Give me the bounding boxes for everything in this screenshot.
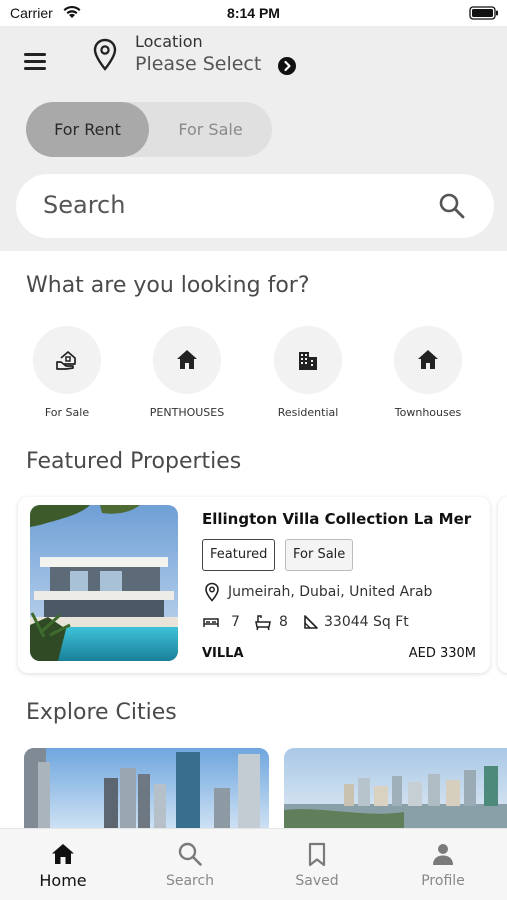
location-select[interactable]: Please Select (135, 53, 261, 75)
bed-count: 7 (231, 614, 240, 630)
city-card[interactable] (24, 748, 269, 830)
category-residential[interactable]: Residential (253, 326, 363, 426)
featured-badge: Featured (202, 539, 276, 571)
property-type: VILLA (202, 646, 244, 661)
category-label: Townhouses (394, 406, 462, 419)
categories-title: What are you looking for? (26, 273, 310, 298)
bath-count: 8 (279, 614, 288, 630)
battery-icon (469, 6, 498, 20)
for-sale-badge: For Sale (285, 539, 354, 571)
city-image (284, 748, 507, 830)
property-location: Jumeirah, Dubai, United Arab (228, 584, 433, 600)
tab-search[interactable]: Search (127, 829, 253, 900)
search-input[interactable]: Search (16, 174, 494, 238)
property-card[interactable]: Ellington Villa Collection La Mer Featur… (18, 497, 490, 673)
search-icon[interactable] (438, 192, 466, 220)
category-penthouses[interactable]: PENTHOUSES (132, 326, 242, 426)
property-image (30, 505, 178, 661)
location-label: Location (135, 32, 203, 51)
city-image (24, 748, 269, 830)
tab-label: Saved (295, 873, 339, 889)
category-icon-circle (33, 326, 101, 394)
category-label: Residential (277, 406, 339, 419)
category-icon-circle (274, 326, 342, 394)
house-hand-icon (56, 351, 76, 370)
search-icon (178, 842, 202, 866)
rent-sale-toggle: For Rent For Sale (26, 102, 272, 157)
menu-icon[interactable] (22, 50, 48, 72)
bath-icon (255, 615, 271, 631)
bookmark-icon (308, 842, 326, 867)
category-icon-circle (394, 326, 462, 394)
tab-profile[interactable]: Profile (380, 829, 506, 900)
header: Location Please Select For Rent For Sale… (0, 26, 507, 251)
property-name: Ellington Villa Collection La Mer (202, 510, 472, 528)
property-card-next[interactable] (498, 497, 507, 673)
tab-saved[interactable]: Saved (254, 829, 380, 900)
status-time: 8:14 PM (227, 5, 280, 21)
tab-label: Search (165, 873, 215, 889)
status-bar: Carrier 8:14 PM (0, 0, 507, 26)
chevron-right-icon[interactable] (278, 57, 296, 75)
tab-label: Home (39, 871, 87, 890)
category-townhouses[interactable]: Townhouses (373, 326, 483, 426)
area-icon (304, 615, 318, 629)
category-label: PENTHOUSES (149, 406, 225, 419)
person-icon (433, 844, 453, 865)
home-icon (418, 350, 438, 369)
toggle-for-rent[interactable]: For Rent (26, 102, 149, 157)
category-label: For Sale (44, 406, 90, 419)
property-price: AED 330M (408, 646, 476, 661)
search-placeholder: Search (43, 191, 126, 219)
home-icon (52, 844, 74, 864)
city-card[interactable] (284, 748, 507, 830)
area-size: 33044 Sq Ft (324, 614, 409, 630)
category-icon-circle (153, 326, 221, 394)
tab-home[interactable]: Home (0, 829, 126, 900)
featured-title: Featured Properties (26, 449, 242, 474)
category-for-sale[interactable]: For Sale (12, 326, 122, 426)
toggle-for-sale[interactable]: For Sale (149, 102, 272, 157)
home-icon (177, 350, 197, 369)
location-pin-icon[interactable] (92, 38, 118, 72)
tab-label: Profile (421, 873, 465, 889)
cities-title: Explore Cities (26, 700, 177, 725)
tab-bar: Home Search Saved Profile (0, 828, 507, 900)
bed-icon (203, 618, 219, 627)
location-pin-icon (205, 582, 219, 602)
building-icon (299, 352, 317, 370)
